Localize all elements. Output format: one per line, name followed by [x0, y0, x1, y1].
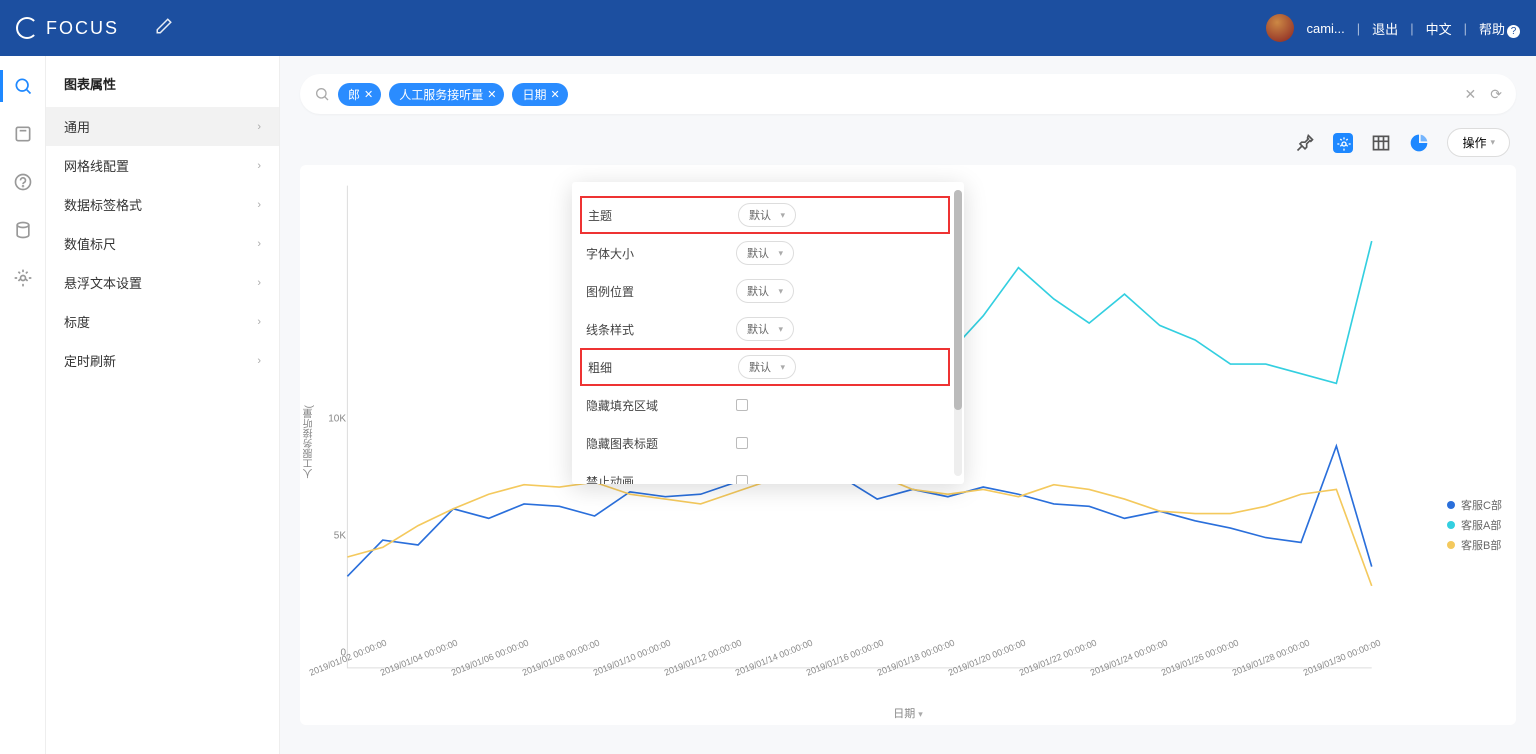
sidebar-item[interactable]: 数据标签格式› [46, 185, 279, 224]
panel-title: 图表属性 [46, 56, 279, 107]
search-bar: 郎✕ 人工服务接听量✕ 日期✕ ✕ ⟳ [300, 74, 1516, 114]
brand-logo: FOCUS [16, 17, 119, 39]
settings-icon[interactable] [1333, 133, 1353, 153]
chart-legend: 客服C部 客服A部 客服B部 [1447, 497, 1502, 557]
legend-item[interactable]: 客服A部 [1447, 517, 1502, 533]
pill-dept[interactable]: 郎✕ [338, 83, 381, 106]
theme-label: 主题 [588, 207, 738, 224]
avatar[interactable] [1266, 14, 1294, 42]
noanim-row: 禁止动画 [586, 462, 956, 484]
clear-search-icon[interactable]: ✕ [1465, 86, 1477, 103]
thickness-label: 粗细 [588, 359, 738, 376]
chart-toolbar: 操作▾ [300, 114, 1516, 165]
chart-properties-panel: 图表属性 通用›网格线配置›数据标签格式›数值标尺›悬浮文本设置›标度›定时刷新… [46, 56, 280, 754]
linestyle-row: 线条样式 默认▾ [586, 310, 956, 348]
thickness-select[interactable]: 默认▾ [738, 355, 796, 379]
noanim-label: 禁止动画 [586, 473, 736, 485]
legendpos-select[interactable]: 默认▾ [736, 279, 794, 303]
chart-type-icon[interactable] [1409, 133, 1429, 153]
search-icon [314, 86, 330, 102]
x-axis-ticks: 2019/01/02 00:00:002019/01/04 00:00:0020… [346, 653, 1376, 699]
focus-logo-icon [16, 17, 38, 39]
noanim-checkbox[interactable] [736, 475, 748, 484]
hidetitle-checkbox[interactable] [736, 437, 748, 449]
logout-link[interactable]: 退出 [1372, 19, 1398, 38]
search-rail-icon[interactable] [13, 76, 33, 96]
edit-icon[interactable] [155, 17, 173, 40]
hidefill-checkbox[interactable] [736, 399, 748, 411]
left-rail [0, 56, 46, 754]
close-icon[interactable]: ✕ [487, 88, 496, 101]
pill-metric[interactable]: 人工服务接听量✕ [389, 83, 504, 106]
popover-scrollbar[interactable] [954, 190, 962, 476]
bookmark-rail-icon[interactable] [13, 124, 33, 144]
hidefill-row: 隐藏填充区域 [586, 386, 956, 424]
app-header: FOCUS cami... | 退出 | 中文 | 帮助? [0, 0, 1536, 56]
legendpos-label: 图例位置 [586, 283, 736, 300]
theme-row: 主题 默认▾ [580, 196, 950, 234]
sidebar-item[interactable]: 网格线配置› [46, 146, 279, 185]
close-icon[interactable]: ✕ [364, 88, 373, 101]
sidebar-item[interactable]: 悬浮文本设置› [46, 263, 279, 302]
hidetitle-label: 隐藏图表标题 [586, 435, 736, 452]
sidebar-item[interactable]: 标度› [46, 302, 279, 341]
close-icon[interactable]: ✕ [550, 88, 559, 101]
legend-item[interactable]: 客服B部 [1447, 537, 1502, 553]
language-link[interactable]: 中文 [1426, 19, 1452, 38]
legendpos-row: 图例位置 默认▾ [586, 272, 956, 310]
header-right: cami... | 退出 | 中文 | 帮助? [1266, 14, 1520, 42]
main-area: 郎✕ 人工服务接听量✕ 日期✕ ✕ ⟳ 操作▾ 人工服务接听量( 05K10K … [280, 56, 1536, 754]
username[interactable]: cami... [1306, 21, 1344, 36]
fontsize-label: 字体大小 [586, 245, 736, 262]
x-axis-label[interactable]: 日期▾ [300, 705, 1516, 721]
sidebar-item[interactable]: 通用› [46, 107, 279, 146]
linestyle-select[interactable]: 默认▾ [736, 317, 794, 341]
data-rail-icon[interactable] [13, 220, 33, 240]
settings-rail-icon[interactable] [13, 268, 33, 288]
fontsize-row: 字体大小 默认▾ [586, 234, 956, 272]
table-icon[interactable] [1371, 133, 1391, 153]
actions-button[interactable]: 操作▾ [1447, 128, 1510, 157]
theme-select[interactable]: 默认▾ [738, 203, 796, 227]
hidefill-label: 隐藏填充区域 [586, 397, 736, 414]
help-link[interactable]: 帮助? [1479, 19, 1520, 38]
sidebar-item[interactable]: 数值标尺› [46, 224, 279, 263]
refresh-icon[interactable]: ⟳ [1490, 86, 1502, 103]
sidebar-item[interactable]: 定时刷新› [46, 341, 279, 380]
fontsize-select[interactable]: 默认▾ [736, 241, 794, 265]
general-settings-popover: 主题 默认▾ 字体大小 默认▾ 图例位置 默认▾ 线条样式 默认▾ 粗细 默认▾… [572, 182, 964, 484]
pin-icon[interactable] [1295, 133, 1315, 153]
linestyle-label: 线条样式 [586, 321, 736, 338]
pill-date[interactable]: 日期✕ [512, 83, 567, 106]
brand-text: FOCUS [46, 18, 119, 39]
help-rail-icon[interactable] [13, 172, 33, 192]
legend-item[interactable]: 客服C部 [1447, 497, 1502, 513]
thickness-row: 粗细 默认▾ [580, 348, 950, 386]
hidetitle-row: 隐藏图表标题 [586, 424, 956, 462]
